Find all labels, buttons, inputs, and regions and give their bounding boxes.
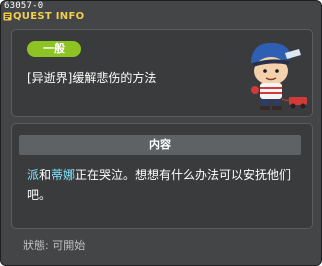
status-value: 可開始: [52, 239, 86, 252]
quest-type-badge: 一般: [27, 41, 81, 57]
content-header: 内容: [19, 135, 301, 155]
status-label: 狀態:: [23, 239, 49, 252]
quest-name: [异逝界]缓解悲伤的方法: [27, 71, 157, 85]
quest-title-icon: [3, 12, 12, 21]
quest-description: 派和蒂娜正在哭泣。想想有什么办法可以安抚他们吧。: [27, 165, 297, 205]
quest-info-window: 63057-0 QUEST INFO 一般 [异逝界]缓解悲伤的方法 内容 派和…: [0, 0, 322, 266]
desc-conjunction: 和: [39, 168, 52, 182]
npc-name-pai: 派: [27, 168, 40, 182]
title-bar[interactable]: QUEST INFO: [1, 9, 321, 25]
npc-character-icon: [251, 42, 307, 110]
window-title: QUEST INFO: [13, 11, 85, 22]
npc-name-tina: 蒂娜: [51, 168, 76, 182]
quest-status: 狀態: 可開始: [23, 237, 85, 253]
